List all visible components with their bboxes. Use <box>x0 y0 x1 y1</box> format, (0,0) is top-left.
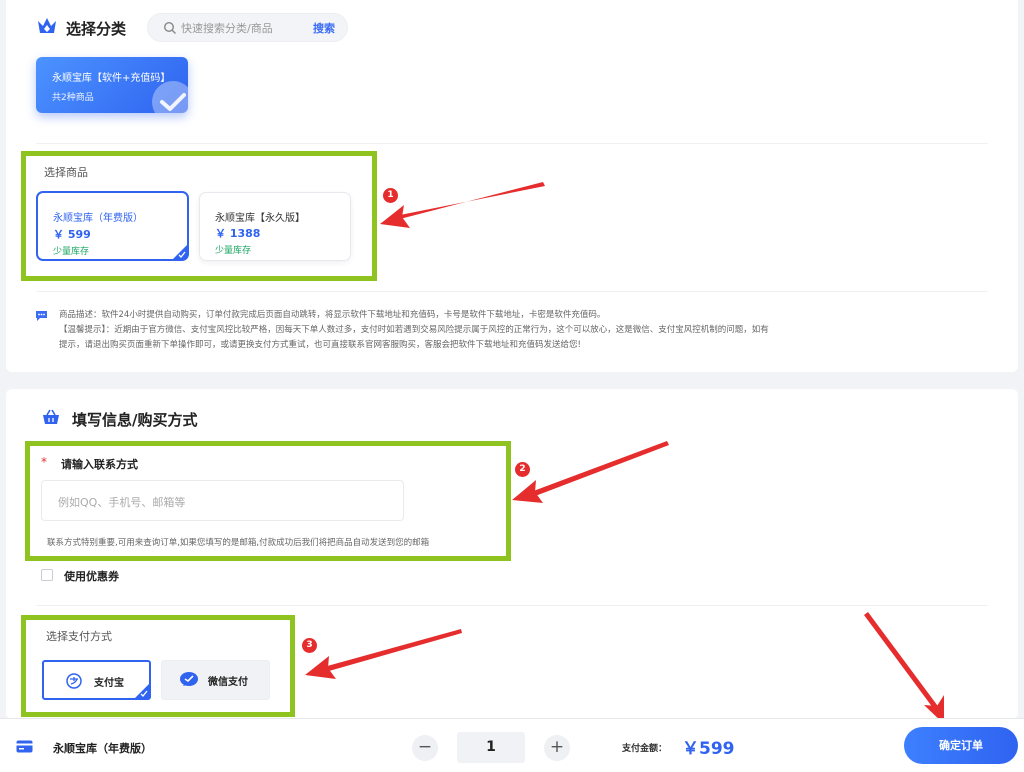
annotation-badge-1: 1 <box>383 188 398 203</box>
coupon-label: 使用优惠券 <box>64 570 119 583</box>
divider <box>36 291 988 292</box>
search-bar[interactable]: 快速搜索分类/商品 搜索 <box>147 13 348 42</box>
crown-icon <box>38 18 56 33</box>
card-icon <box>16 740 33 753</box>
check-circle-icon <box>152 81 188 113</box>
selected-product-name: 永顺宝库（年费版） <box>53 742 152 755</box>
quantity-decrease-button[interactable]: − <box>412 735 438 761</box>
annotation-box-products <box>21 151 377 281</box>
coupon-checkbox[interactable] <box>41 569 53 581</box>
warm-tip: 【温馨提示】：近期由于官方微信、支付宝风控比较严格，因每天下单人数过多，支付时如… <box>59 325 769 335</box>
search-button[interactable]: 搜索 <box>313 20 335 36</box>
divider <box>36 143 988 144</box>
search-input[interactable]: 快速搜索分类/商品 <box>181 20 273 36</box>
confirm-order-button[interactable]: 确定订单 <box>904 727 1018 764</box>
basket-icon <box>43 409 59 424</box>
category-section-title: 选择分类 <box>66 20 127 38</box>
category-card[interactable]: 永顺宝库【软件+充值码】 共2种商品 <box>36 57 188 113</box>
search-icon <box>163 21 176 34</box>
divider <box>36 605 988 606</box>
annotation-box-contact <box>25 441 511 561</box>
checkout-bar: 永顺宝库（年费版） − 1 + 支付金额： ￥599 确定订单 <box>0 718 1024 772</box>
payment-amount-label: 支付金额： <box>622 744 668 754</box>
category-count: 共2种商品 <box>52 93 94 103</box>
annotation-badge-2: 2 <box>515 462 530 477</box>
annotation-box-payment <box>21 615 295 717</box>
quantity-increase-button[interactable]: + <box>544 735 570 761</box>
quantity-input[interactable]: 1 <box>457 732 525 763</box>
warm-tip-continued: 提示，请退出购买页面重新下单操作即可，或请更换支付方式重试，也可直接联系官网客服… <box>59 340 581 350</box>
chat-icon <box>36 311 47 321</box>
annotation-badge-3: 3 <box>302 638 317 653</box>
payment-amount: ￥599 <box>682 739 735 759</box>
product-description: 商品描述：软件24小时提供自动购买，订单付款完成后页面自动跳转，将显示软件下载地… <box>59 310 606 320</box>
info-section-title: 填写信息/购买方式 <box>72 411 198 429</box>
